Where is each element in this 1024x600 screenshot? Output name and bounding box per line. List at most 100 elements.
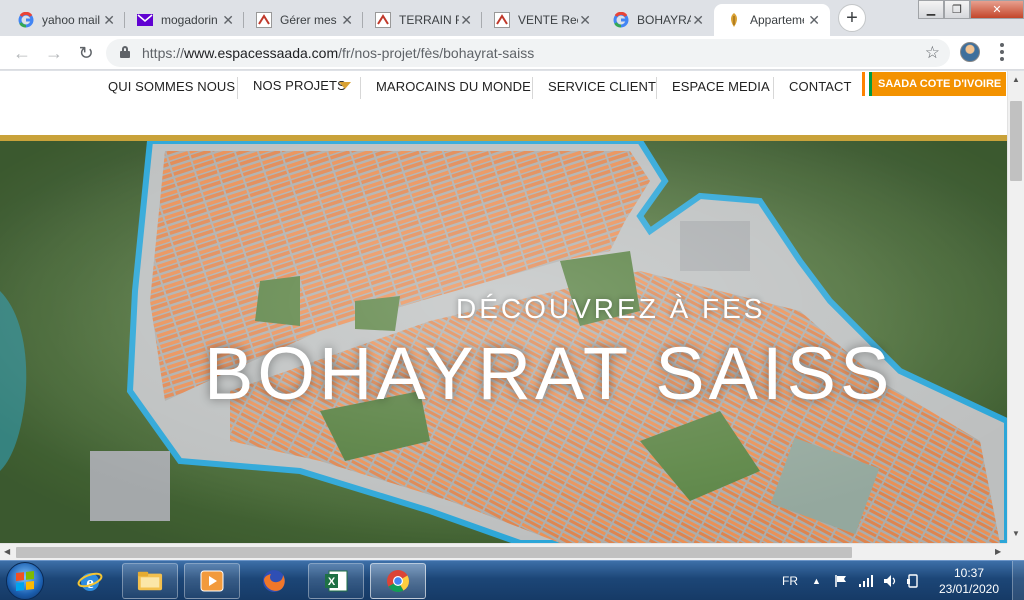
site-navigation: QUI SOMMES NOUS NOS PROJETS MAROCAINS DU… — [0, 71, 1007, 135]
nav-separator — [237, 77, 238, 99]
nav-marocains-du-monde[interactable]: MAROCAINS DU MONDE — [376, 79, 531, 97]
taskbar-file-explorer[interactable] — [122, 563, 178, 599]
close-tab-icon[interactable]: ✕ — [341, 12, 353, 29]
tab-title: yahoo mail - Recherche Google — [42, 13, 102, 27]
browser-toolbar: ← → ↻ https://www.espacessaada.com/fr/no… — [0, 36, 1024, 70]
start-button[interactable] — [6, 562, 44, 600]
chrome-icon — [385, 568, 411, 594]
action-center-flag-icon[interactable] — [834, 561, 848, 600]
volume-icon[interactable] — [883, 561, 899, 600]
close-tab-icon[interactable]: ✕ — [460, 12, 472, 29]
tab-vente-recherche[interactable]: VENTE Recherche ✕ — [482, 4, 601, 36]
show-desktop-button[interactable] — [1012, 561, 1024, 600]
network-icon[interactable] — [858, 561, 874, 600]
scroll-down-icon[interactable]: ▼ — [1012, 529, 1020, 538]
bookmark-star-icon[interactable]: ☆ — [925, 43, 940, 63]
forward-button[interactable]: → — [42, 41, 66, 65]
nav-separator — [773, 77, 774, 99]
nav-service-client[interactable]: SERVICE CLIENT — [548, 79, 656, 97]
arrow-left-icon: ← — [13, 42, 31, 63]
file-explorer-icon — [137, 568, 163, 594]
horizontal-scrollbar[interactable]: ◀ ▶ — [0, 543, 1007, 560]
taskbar-firefox[interactable] — [246, 563, 302, 599]
url-text[interactable]: https://www.espacessaada.com/fr/nos-proj… — [142, 45, 534, 61]
restore-icon: ❐ — [952, 4, 962, 16]
site-icon — [256, 12, 272, 28]
close-tab-icon[interactable]: ✕ — [692, 12, 704, 29]
taskbar-media-player[interactable] — [184, 563, 240, 599]
vertical-scroll-thumb[interactable] — [1010, 101, 1022, 181]
tab-title: mogadorin - Yahoo Mail — [161, 13, 221, 27]
caret-down-icon[interactable] — [339, 82, 351, 89]
window-controls: ▁ ❐ ✕ — [918, 0, 1024, 20]
nav-separator — [360, 77, 361, 99]
cta-label: SAADA COTE D'IVOIRE — [878, 78, 1002, 90]
google-icon — [613, 12, 629, 28]
site-icon — [494, 12, 510, 28]
reload-icon: ↻ — [78, 42, 94, 63]
site-icon — [375, 12, 391, 28]
tab-strip: yahoo mail - Recherche Google ✕ mogadori… — [0, 0, 1024, 36]
back-button[interactable]: ← — [10, 41, 34, 65]
ivory-coast-flag-icon — [862, 72, 872, 96]
show-hidden-icons[interactable]: ▲ — [812, 561, 821, 600]
scroll-up-icon[interactable]: ▲ — [1012, 75, 1020, 84]
tab-gerer-annonces[interactable]: Gérer mes annonces ✕ — [244, 4, 363, 36]
url-path: /fr/nos-projet/fès/bohayrat-saiss — [338, 45, 535, 61]
system-clock[interactable]: 10:37 23/01/2020 — [934, 565, 1004, 597]
media-player-icon — [199, 568, 225, 594]
internet-explorer-icon: e — [77, 568, 103, 594]
page-viewport: QUI SOMMES NOUS NOS PROJETS MAROCAINS DU… — [0, 71, 1007, 543]
tab-bohayrat-search[interactable]: BOHAYRAT SAISS - Recherche Google ✕ — [601, 4, 714, 36]
close-icon: ✕ — [992, 4, 1002, 16]
vertical-scrollbar[interactable]: ▲ ▼ — [1007, 71, 1024, 543]
tab-appartement[interactable]: Appartement ✕ — [714, 4, 830, 36]
new-tab-button[interactable]: + — [838, 4, 866, 32]
nav-contact[interactable]: CONTACT — [789, 79, 852, 97]
language-indicator[interactable]: FR — [782, 561, 798, 600]
scroll-right-icon[interactable]: ▶ — [995, 547, 1001, 556]
url-scheme: https:// — [142, 45, 185, 61]
clock-time: 10:37 — [953, 566, 985, 580]
close-tab-icon[interactable]: ✕ — [103, 12, 115, 29]
tab-title: VENTE Recherche — [518, 13, 578, 27]
clock-date: 23/01/2020 — [938, 582, 1000, 596]
close-tab-icon[interactable]: ✕ — [222, 12, 234, 29]
saada-icon — [726, 12, 742, 28]
taskbar-chrome[interactable] — [370, 563, 426, 599]
tab-terrain-fes[interactable]: TERRAIN FES ✕ — [363, 4, 482, 36]
taskbar-excel[interactable]: X — [308, 563, 364, 599]
hero-banner: DÉCOUVREZ À FES BOHAYRAT SAISS — [0, 141, 1007, 543]
arrow-right-icon: → — [45, 42, 63, 63]
maximize-button[interactable]: ❐ — [944, 0, 970, 19]
tab-title: BOHAYRAT SAISS - Recherche Google — [637, 13, 691, 27]
taskbar-internet-explorer[interactable]: e — [62, 563, 118, 599]
hero-subtitle: DÉCOUVREZ À FES — [456, 293, 766, 324]
close-window-button[interactable]: ✕ — [970, 0, 1024, 19]
nav-separator — [532, 77, 533, 99]
nav-separator — [656, 77, 657, 99]
url-host: www.espacessaada.com — [184, 45, 339, 61]
nav-qui-sommes-nous[interactable]: QUI SOMMES NOUS — [108, 79, 235, 97]
browser-menu-button[interactable] — [994, 41, 1010, 63]
tab-yahoo-mail-search[interactable]: yahoo mail - Recherche Google ✕ — [6, 4, 125, 36]
horizontal-scroll-thumb[interactable] — [16, 547, 852, 558]
address-bar[interactable]: https://www.espacessaada.com/fr/nos-proj… — [106, 39, 950, 67]
lock-icon[interactable] — [120, 46, 130, 58]
minimize-button[interactable]: ▁ — [918, 0, 944, 19]
mail-icon — [137, 12, 153, 28]
close-tab-icon[interactable]: ✕ — [579, 12, 591, 29]
tab-yahoo-mail[interactable]: mogadorin - Yahoo Mail ✕ — [125, 4, 244, 36]
windows-logo-icon — [16, 571, 34, 591]
google-icon — [18, 12, 34, 28]
scroll-left-icon[interactable]: ◀ — [4, 547, 10, 556]
device-icon[interactable] — [906, 561, 920, 600]
hero-title: BOHAYRAT SAISS — [204, 332, 894, 415]
profile-avatar[interactable] — [960, 42, 980, 62]
nav-nos-projets[interactable]: NOS PROJETS — [253, 78, 346, 96]
tab-title: TERRAIN FES — [399, 13, 459, 27]
nav-espace-media[interactable]: ESPACE MEDIA — [672, 79, 770, 97]
close-tab-icon[interactable]: ✕ — [808, 12, 820, 29]
saada-cote-divoire-button[interactable]: SAADA COTE D'IVOIRE — [862, 72, 1006, 96]
reload-button[interactable]: ↻ — [74, 41, 98, 65]
